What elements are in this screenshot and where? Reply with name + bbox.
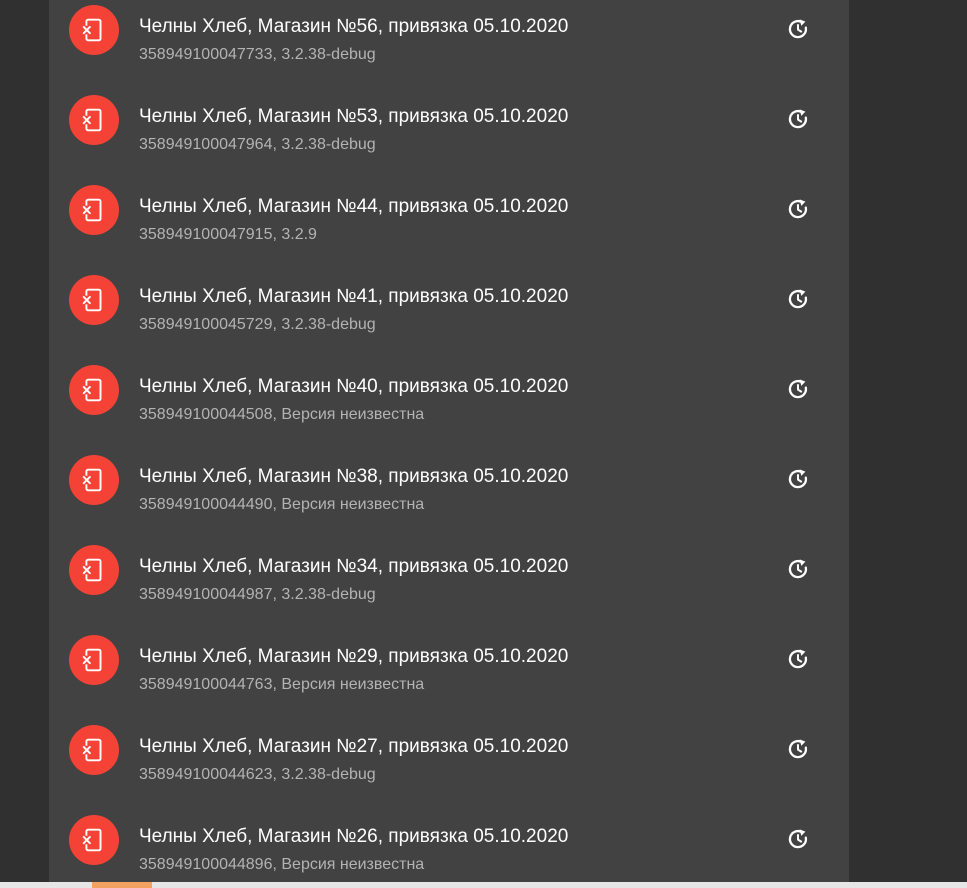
device-title: Челны Хлеб, Магазин №44, привязка 05.10.… [139, 196, 569, 217]
device-avatar [69, 185, 119, 235]
device-avatar [69, 95, 119, 145]
device-subtitle: 358949100044508, Версия неизвестна [139, 406, 425, 423]
phonelink-erase-icon [81, 377, 107, 403]
device-title: Челны Хлеб, Магазин №29, привязка 05.10.… [139, 646, 569, 667]
phonelink-erase-icon [81, 197, 107, 223]
restore-icon [786, 287, 810, 316]
restore-icon [786, 737, 810, 766]
device-list-item[interactable]: Челны Хлеб, Магазин №27, привязка 05.10.… [49, 725, 849, 815]
restore-button[interactable] [785, 108, 811, 134]
scrollbar-thumb[interactable] [92, 882, 152, 888]
device-subtitle: 358949100044987, 3.2.38-debug [139, 586, 376, 603]
device-avatar [69, 815, 119, 865]
phonelink-erase-icon [81, 737, 107, 763]
restore-button[interactable] [785, 378, 811, 404]
device-list-item[interactable]: Челны Хлеб, Магазин №44, привязка 05.10.… [49, 185, 849, 275]
device-subtitle: 358949100047733, 3.2.38-debug [139, 46, 376, 63]
restore-button[interactable] [785, 558, 811, 584]
device-list-panel: Челны Хлеб, Магазин №56, привязка 05.10.… [49, 0, 849, 888]
device-list-item[interactable]: Челны Хлеб, Магазин №26, привязка 05.10.… [49, 815, 849, 888]
device-avatar [69, 5, 119, 55]
restore-icon [786, 647, 810, 676]
device-list-item[interactable]: Челны Хлеб, Магазин №40, привязка 05.10.… [49, 365, 849, 455]
device-title: Челны Хлеб, Магазин №41, привязка 05.10.… [139, 286, 569, 307]
device-avatar [69, 365, 119, 415]
device-subtitle: 358949100044623, 3.2.38-debug [139, 766, 376, 783]
page: Челны Хлеб, Магазин №56, привязка 05.10.… [0, 0, 967, 888]
device-subtitle: 358949100045729, 3.2.38-debug [139, 316, 376, 333]
phonelink-erase-icon [81, 467, 107, 493]
restore-button[interactable] [785, 288, 811, 314]
phonelink-erase-icon [81, 557, 107, 583]
restore-icon [786, 557, 810, 586]
phonelink-erase-icon [81, 107, 107, 133]
device-title: Челны Хлеб, Магазин №26, привязка 05.10.… [139, 826, 569, 847]
device-list: Челны Хлеб, Магазин №56, привязка 05.10.… [49, 5, 849, 888]
device-title: Челны Хлеб, Магазин №56, привязка 05.10.… [139, 16, 569, 37]
restore-icon [786, 107, 810, 136]
device-subtitle: 358949100044896, Версия неизвестна [139, 856, 425, 873]
device-list-item[interactable]: Челны Хлеб, Магазин №41, привязка 05.10.… [49, 275, 849, 365]
restore-button[interactable] [785, 18, 811, 44]
restore-button[interactable] [785, 198, 811, 224]
restore-icon [786, 827, 810, 856]
restore-icon [786, 197, 810, 226]
phonelink-erase-icon [81, 827, 107, 853]
restore-button[interactable] [785, 828, 811, 854]
restore-button[interactable] [785, 648, 811, 674]
device-list-item[interactable]: Челны Хлеб, Магазин №29, привязка 05.10.… [49, 635, 849, 725]
device-avatar [69, 725, 119, 775]
device-avatar [69, 455, 119, 505]
device-avatar [69, 635, 119, 685]
device-subtitle: 358949100044490, Версия неизвестна [139, 496, 425, 513]
phonelink-erase-icon [81, 647, 107, 673]
device-title: Челны Хлеб, Магазин №27, привязка 05.10.… [139, 736, 569, 757]
device-title: Челны Хлеб, Магазин №34, привязка 05.10.… [139, 556, 569, 577]
restore-icon [786, 17, 810, 46]
device-list-item[interactable]: Челны Хлеб, Магазин №38, привязка 05.10.… [49, 455, 849, 545]
device-list-item[interactable]: Челны Хлеб, Магазин №34, привязка 05.10.… [49, 545, 849, 635]
restore-button[interactable] [785, 738, 811, 764]
phonelink-erase-icon [81, 287, 107, 313]
device-title: Челны Хлеб, Магазин №53, привязка 05.10.… [139, 106, 569, 127]
phonelink-erase-icon [81, 17, 107, 43]
device-list-item[interactable]: Челны Хлеб, Магазин №56, привязка 05.10.… [49, 5, 849, 95]
device-title: Челны Хлеб, Магазин №38, привязка 05.10.… [139, 466, 569, 487]
device-avatar [69, 275, 119, 325]
device-subtitle: 358949100047964, 3.2.38-debug [139, 136, 376, 153]
restore-icon [786, 377, 810, 406]
restore-icon [786, 467, 810, 496]
device-title: Челны Хлеб, Магазин №40, привязка 05.10.… [139, 376, 569, 397]
device-subtitle: 358949100044763, Версия неизвестна [139, 676, 425, 693]
device-avatar [69, 545, 119, 595]
restore-button[interactable] [785, 468, 811, 494]
device-list-item[interactable]: Челны Хлеб, Магазин №53, привязка 05.10.… [49, 95, 849, 185]
device-subtitle: 358949100047915, 3.2.9 [139, 226, 317, 243]
